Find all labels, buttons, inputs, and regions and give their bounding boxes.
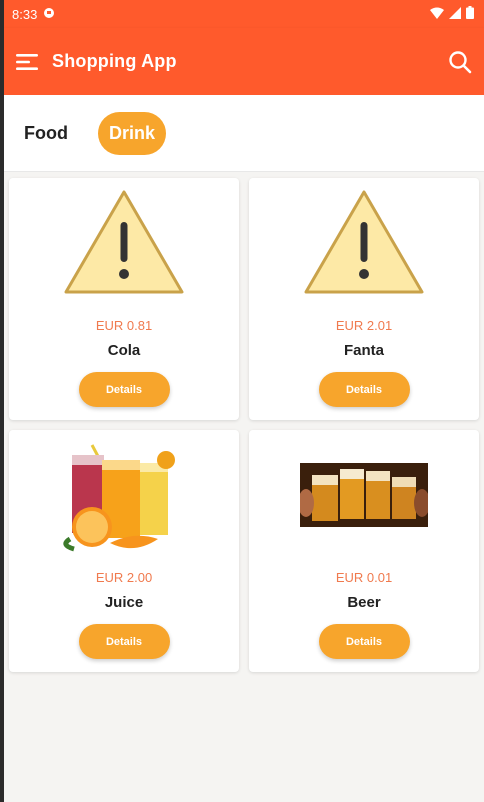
product-price: EUR 2.01 bbox=[335, 318, 393, 333]
product-image bbox=[249, 178, 479, 308]
signal-icon bbox=[449, 6, 461, 22]
details-button[interactable]: Details bbox=[318, 624, 410, 659]
app-title: Shopping App bbox=[52, 51, 177, 71]
notification-icon bbox=[43, 7, 57, 22]
details-button[interactable]: Details bbox=[78, 372, 170, 407]
product-name: Cola bbox=[107, 342, 141, 359]
status-bar: 8:33 bbox=[4, 0, 484, 28]
details-button[interactable]: Details bbox=[318, 372, 410, 407]
status-time: 8:33 bbox=[12, 6, 38, 22]
wifi-icon bbox=[430, 7, 444, 22]
product-card-fanta[interactable]: EUR 2.01 Fanta Details bbox=[249, 178, 479, 420]
details-button[interactable]: Details bbox=[78, 624, 170, 659]
product-name: Fanta bbox=[343, 342, 384, 359]
product-price: EUR 0.01 bbox=[335, 570, 393, 585]
product-name: Beer bbox=[347, 594, 381, 611]
warning-icon bbox=[64, 190, 184, 294]
juice-image bbox=[63, 444, 175, 552]
app-bar: Shopping App bbox=[4, 28, 484, 95]
product-name: Juice bbox=[104, 594, 144, 611]
product-card-beer[interactable]: EUR 0.01 Beer Details bbox=[249, 430, 479, 672]
beer-image bbox=[300, 463, 428, 527]
menu-icon[interactable] bbox=[16, 52, 40, 72]
product-image bbox=[249, 430, 479, 560]
warning-icon bbox=[304, 190, 424, 294]
battery-icon bbox=[466, 6, 474, 22]
app-screen: 8:33 Shopping App Food Drink EUR 0.81 Co… bbox=[4, 0, 484, 802]
product-image bbox=[9, 430, 239, 560]
tab-food[interactable]: Food bbox=[24, 113, 68, 154]
category-tabs: Food Drink bbox=[4, 95, 484, 172]
search-icon[interactable] bbox=[448, 50, 472, 74]
product-price: EUR 2.00 bbox=[95, 570, 153, 585]
product-card-juice[interactable]: EUR 2.00 Juice Details bbox=[9, 430, 239, 672]
product-price: EUR 0.81 bbox=[95, 318, 153, 333]
product-image bbox=[9, 178, 239, 308]
tab-drink[interactable]: Drink bbox=[97, 111, 166, 155]
product-card-cola[interactable]: EUR 0.81 Cola Details bbox=[9, 178, 239, 420]
product-grid: EUR 0.81 Cola Details EUR 2.01 Fanta Det… bbox=[9, 178, 479, 672]
